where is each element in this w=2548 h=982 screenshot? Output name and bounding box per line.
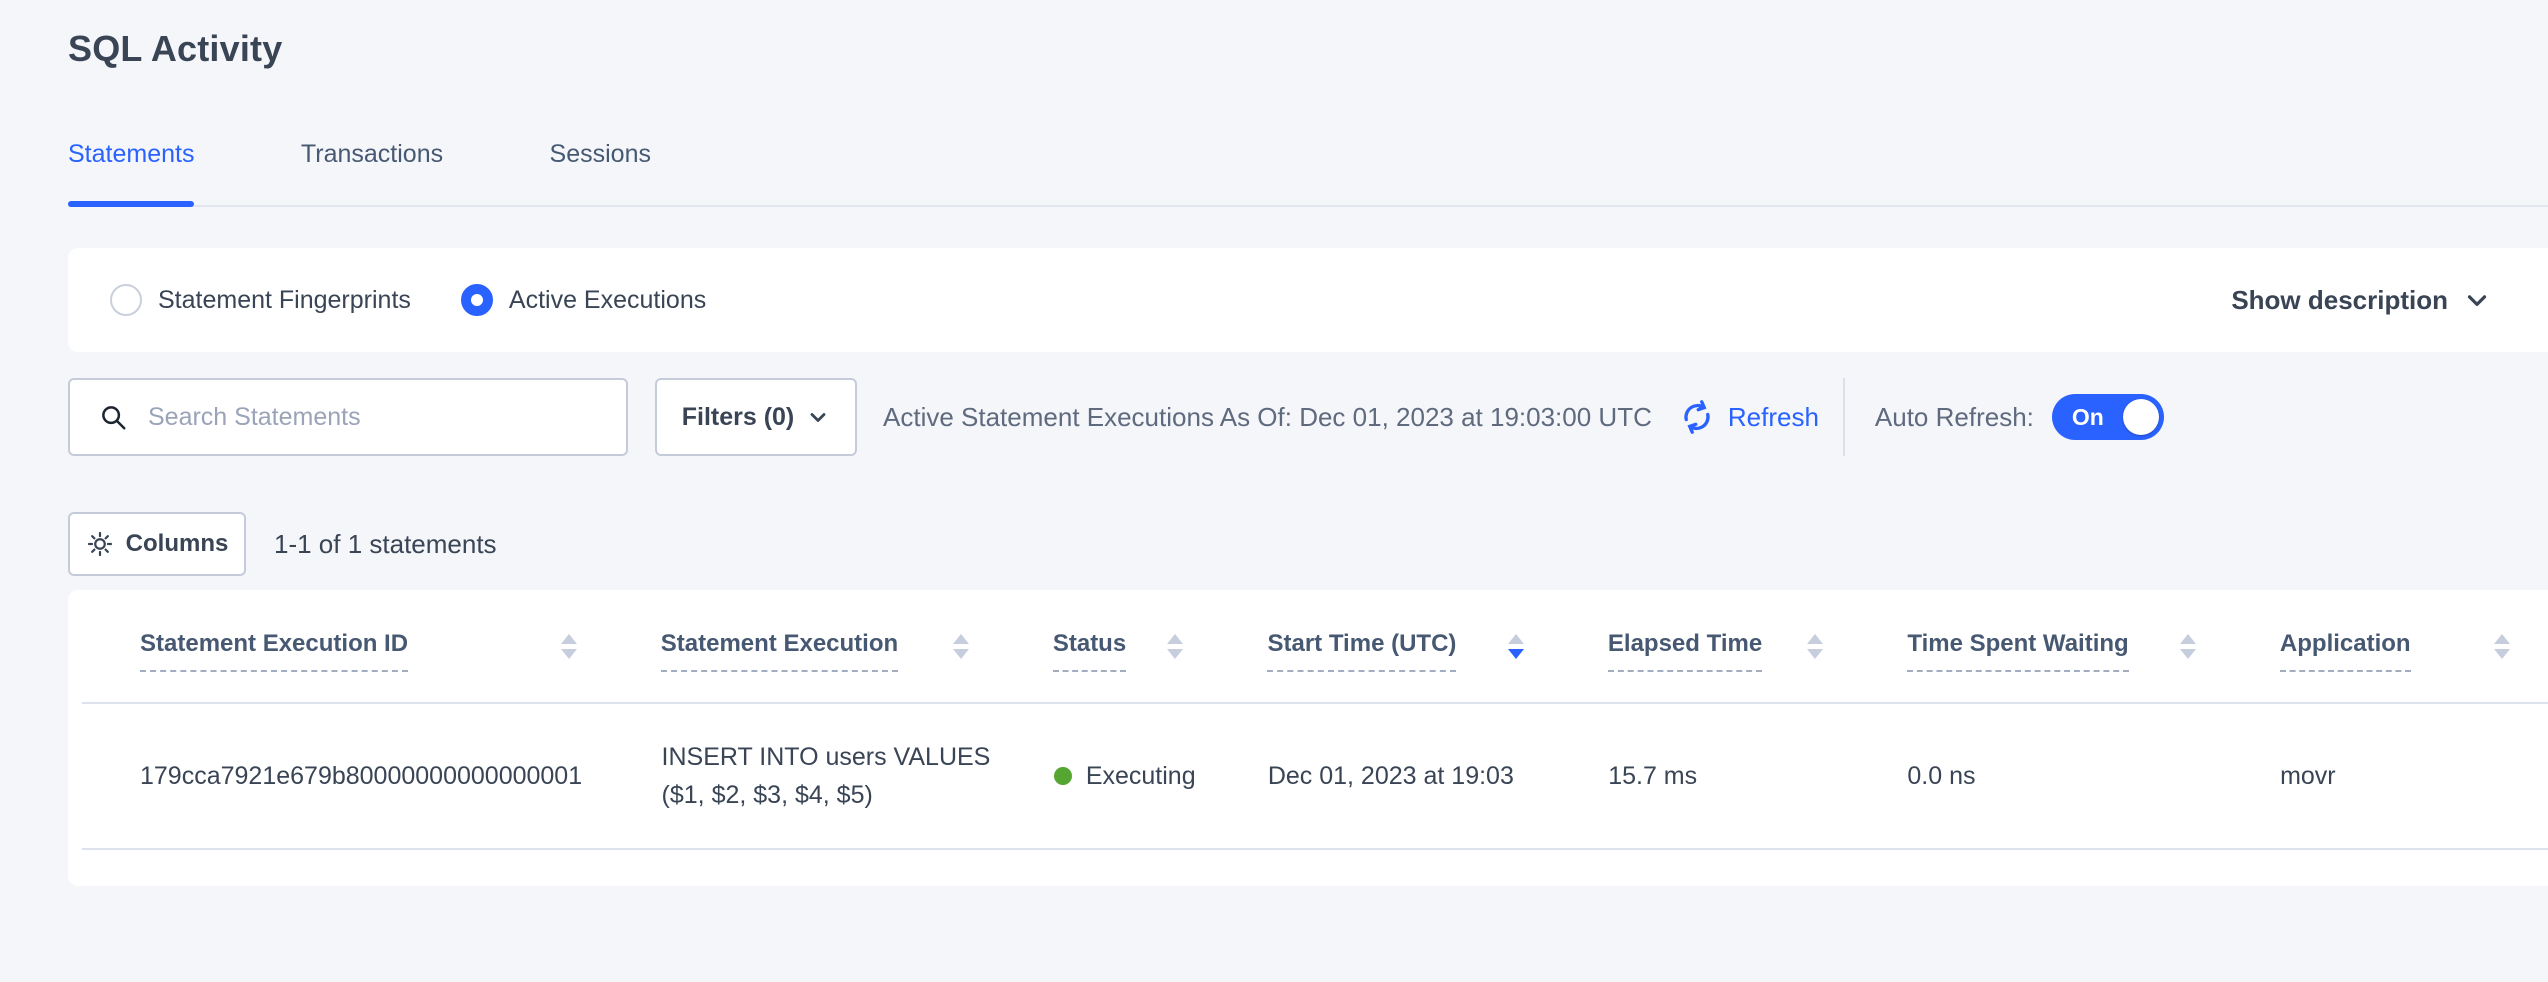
as-of-timestamp: Active Statement Executions As Of: Dec 0… (883, 402, 1652, 433)
refresh-icon (1678, 398, 1716, 436)
sort-arrows-icon[interactable] (1508, 634, 1524, 659)
chevron-down-icon (806, 405, 830, 429)
column-header-statement-execution-id[interactable]: Statement Execution ID (82, 630, 637, 672)
columns-label: Columns (126, 530, 229, 558)
tab-transactions[interactable]: Transactions (301, 140, 443, 205)
column-header-label[interactable]: Time Spent Waiting (1907, 630, 2128, 672)
search-box[interactable] (68, 378, 628, 456)
search-input[interactable] (148, 403, 588, 432)
column-header-application[interactable]: Application (2256, 630, 2548, 672)
filters-label: Filters (0) (682, 403, 795, 432)
view-mode-card: Statement Fingerprints Active Executions… (68, 248, 2548, 352)
column-header-label[interactable]: Status (1053, 630, 1126, 672)
sort-arrows-icon[interactable] (2494, 634, 2510, 659)
cell-elapsed-time: 15.7 ms (1584, 762, 1883, 791)
status-dot-icon (1054, 767, 1072, 785)
statements-table-card: Statement Execution ID Statement Executi… (68, 590, 2548, 886)
column-header-label[interactable]: Elapsed Time (1608, 630, 1762, 672)
show-description-label: Show description (2231, 285, 2448, 316)
column-header-label[interactable]: Statement Execution (661, 630, 898, 672)
cell-status: Executing (1030, 762, 1244, 791)
column-header-start-time[interactable]: Start Time (UTC) (1243, 630, 1583, 672)
sort-arrows-icon[interactable] (1807, 634, 1823, 659)
page-title: SQL Activity (68, 28, 282, 70)
column-header-statement-execution[interactable]: Statement Execution (637, 630, 1029, 672)
show-description-button[interactable]: Show description (2231, 285, 2492, 316)
column-header-time-spent-waiting[interactable]: Time Spent Waiting (1883, 630, 2256, 672)
controls-row: Filters (0) Active Statement Executions … (68, 378, 2164, 456)
vertical-divider (1843, 378, 1845, 456)
gear-icon (86, 530, 114, 558)
column-header-status[interactable]: Status (1029, 630, 1244, 672)
radio-statement-fingerprints[interactable]: Statement Fingerprints (110, 284, 411, 316)
table-header-row: Statement Execution ID Statement Executi… (82, 590, 2548, 704)
cell-application: movr (2256, 762, 2548, 791)
column-header-label[interactable]: Start Time (UTC) (1267, 630, 1456, 672)
tab-bar: Statements Transactions Sessions (68, 140, 2548, 207)
toggle-state-label: On (2072, 404, 2104, 431)
cell-statement-execution-id[interactable]: 179cca7921e679b80000000000000001 (82, 762, 638, 791)
radio-label: Statement Fingerprints (158, 286, 411, 315)
search-icon (98, 402, 128, 432)
radio-circle-icon[interactable] (110, 284, 142, 316)
radio-label: Active Executions (509, 286, 706, 315)
status-label: Executing (1086, 762, 1196, 791)
sort-arrows-icon[interactable] (953, 634, 969, 659)
radio-circle-icon[interactable] (461, 284, 493, 316)
tab-sessions[interactable]: Sessions (550, 140, 651, 205)
results-count: 1-1 of 1 statements (274, 529, 497, 560)
view-mode-radio-group: Statement Fingerprints Active Executions (110, 284, 2231, 316)
sort-arrows-icon[interactable] (1167, 634, 1183, 659)
column-header-label[interactable]: Application (2280, 630, 2411, 672)
cell-start-time: Dec 01, 2023 at 19:03 (1244, 762, 1584, 791)
toggle-knob[interactable] (2123, 399, 2159, 435)
auto-refresh-toggle[interactable]: On (2052, 394, 2164, 440)
columns-button[interactable]: Columns (68, 512, 246, 576)
column-header-label[interactable]: Statement Execution ID (140, 630, 408, 672)
cell-statement-execution[interactable]: INSERT INTO users VALUES ($1, $2, $3, $4… (638, 738, 1030, 814)
table-row[interactable]: 179cca7921e679b80000000000000001 INSERT … (82, 704, 2548, 850)
sort-arrows-icon[interactable] (561, 634, 577, 659)
tab-statements[interactable]: Statements (68, 140, 194, 205)
filters-button[interactable]: Filters (0) (655, 378, 857, 456)
chevron-down-icon (2462, 285, 2492, 315)
refresh-button[interactable]: Refresh (1678, 398, 1819, 436)
sort-arrows-icon[interactable] (2180, 634, 2196, 659)
radio-active-executions[interactable]: Active Executions (461, 284, 706, 316)
table-controls-row: Columns 1-1 of 1 statements (68, 512, 497, 576)
refresh-label: Refresh (1728, 402, 1819, 433)
auto-refresh-label: Auto Refresh: (1875, 402, 2034, 433)
column-header-elapsed-time[interactable]: Elapsed Time (1584, 630, 1883, 672)
cell-time-spent-waiting: 0.0 ns (1883, 762, 2256, 791)
